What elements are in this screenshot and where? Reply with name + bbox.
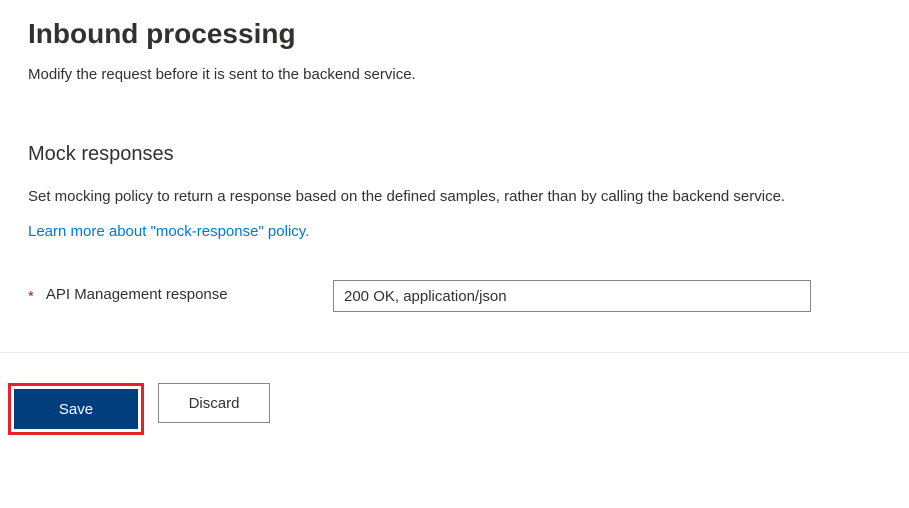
save-button[interactable]: Save: [14, 389, 138, 429]
api-management-response-field: * API Management response: [28, 280, 881, 312]
api-management-response-select[interactable]: [333, 280, 811, 312]
api-management-response-label: API Management response: [46, 286, 228, 303]
section-description: Set mocking policy to return a response …: [28, 188, 881, 205]
learn-more-link[interactable]: Learn more about "mock-response" policy.: [28, 223, 309, 240]
section-title-mock-responses: Mock responses: [28, 143, 881, 166]
button-bar: Save Discard: [0, 353, 909, 443]
page-title: Inbound processing: [28, 18, 881, 50]
save-button-highlight: Save: [8, 383, 144, 435]
discard-button[interactable]: Discard: [158, 383, 270, 423]
required-asterisk: *: [28, 286, 34, 307]
page-description: Modify the request before it is sent to …: [28, 66, 881, 83]
